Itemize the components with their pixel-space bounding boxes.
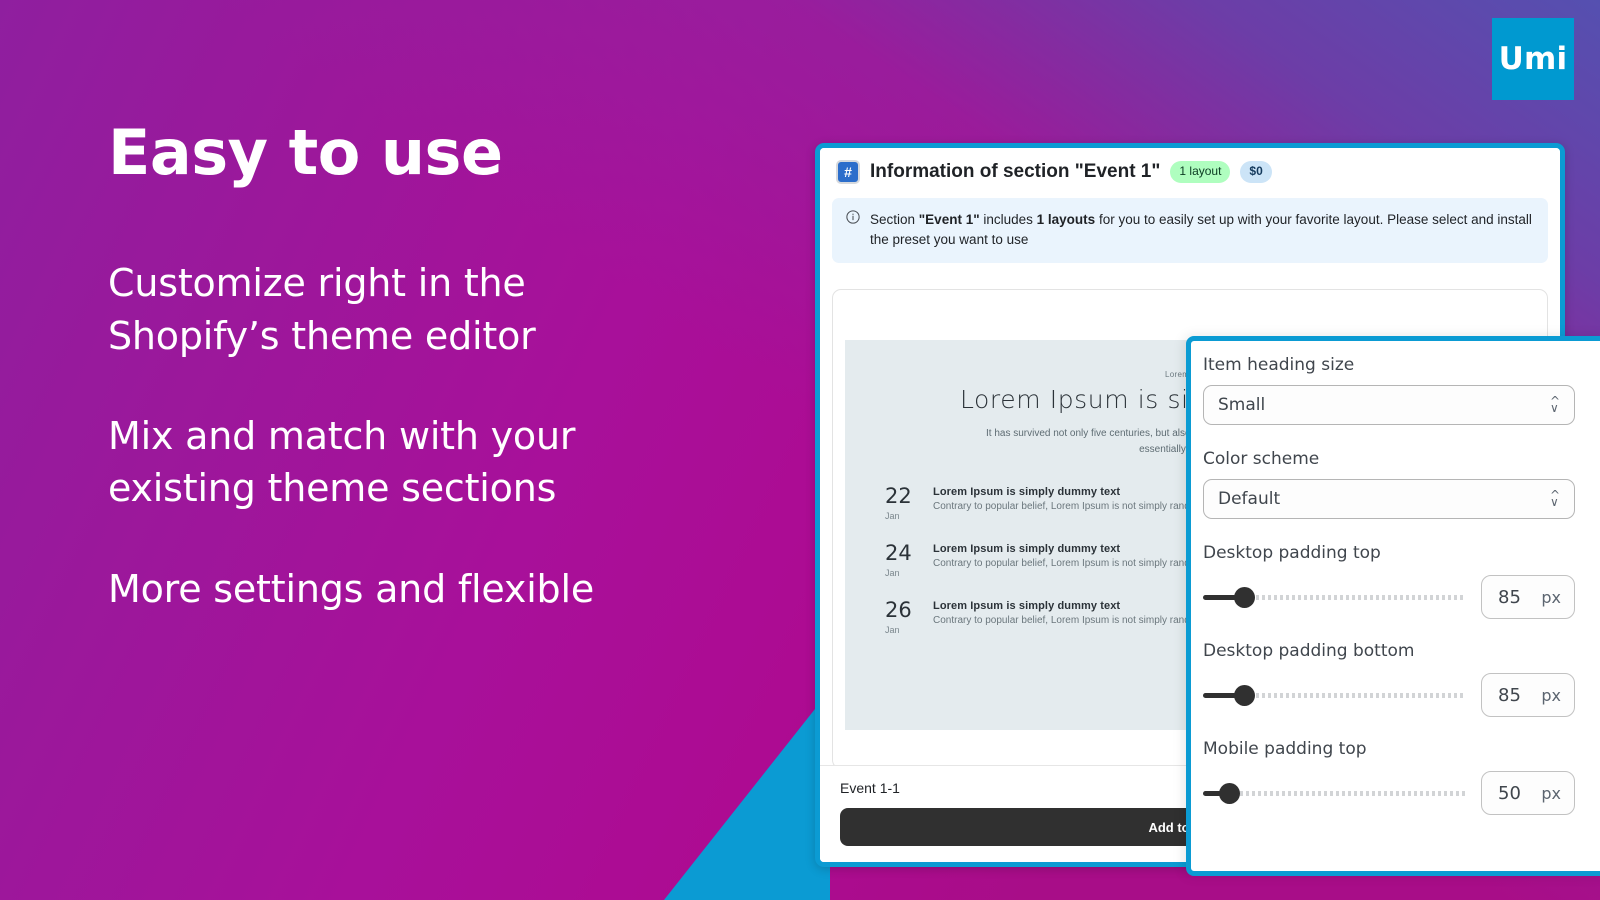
umi-logo-text: Umi — [1498, 41, 1568, 77]
event-text: Lorem Ipsum is simply dummy text Contrar… — [933, 600, 1225, 635]
desktop-padding-top-unit: px — [1541, 587, 1561, 607]
event-date: 22 Jan — [885, 484, 919, 522]
event-description: Contrary to popular belief, Lorem Ipsum … — [933, 615, 1226, 627]
color-scheme-select[interactable]: Default ^ ∨ — [1203, 479, 1575, 519]
mobile-padding-top-unit: px — [1541, 783, 1561, 803]
info-banner: Section "Event 1" includes 1 layouts for… — [832, 198, 1548, 264]
feature-bullet-1-line-2: Shopify’s theme editor — [108, 313, 536, 358]
info-circle-icon — [846, 210, 860, 249]
desktop-padding-top-label: Desktop padding top — [1203, 543, 1381, 563]
hash-icon: # — [836, 160, 860, 184]
info-banner-text: Section "Event 1" includes 1 layouts for… — [870, 210, 1534, 249]
mobile-padding-top-value: 50 — [1498, 782, 1521, 804]
page-title: Easy to use — [108, 116, 503, 189]
event-day: 24 — [885, 541, 912, 566]
feature-bullet-2-line-1: Mix and match with your — [108, 413, 576, 458]
event-title: Lorem Ipsum is simply dummy text — [933, 486, 1121, 499]
feature-bullet-1-line-1: Customize right in the — [108, 261, 526, 306]
feature-bullet-2: Mix and match with your existing theme s… — [108, 410, 708, 515]
status-badge-layout: 1 layout — [1170, 161, 1231, 183]
feature-bullet-3-line-1: More settings and flexible — [108, 566, 595, 611]
info-text-2: includes — [979, 212, 1037, 227]
chevron-updown-icon: ^ ∨ — [1549, 393, 1560, 415]
event-day: 26 — [885, 598, 912, 623]
feature-bullet-3: More settings and flexible — [108, 563, 708, 615]
event-title: Lorem Ipsum is simply dummy text — [933, 600, 1121, 613]
desktop-padding-bottom-input[interactable]: 85 px — [1481, 673, 1575, 717]
chevron-updown-icon: ^ ∨ — [1549, 487, 1560, 509]
color-scheme-label: Color scheme — [1203, 449, 1320, 469]
desktop-padding-top-value: 85 — [1498, 586, 1521, 608]
desktop-padding-top-slider[interactable] — [1203, 586, 1465, 608]
desktop-padding-top-input[interactable]: 85 px — [1481, 575, 1575, 619]
feature-bullet-1: Customize right in the Shopify’s theme e… — [108, 257, 708, 362]
event-date: 26 Jan — [885, 598, 919, 636]
event-month: Jan — [885, 625, 900, 636]
mobile-padding-top-control: 50 px — [1203, 771, 1575, 815]
event-description: Contrary to popular belief, Lorem Ipsum … — [933, 501, 1226, 513]
event-description: Contrary to popular belief, Lorem Ipsum … — [933, 558, 1226, 570]
event-month: Jan — [885, 568, 900, 579]
item-heading-size-label: Item heading size — [1203, 355, 1355, 375]
desktop-padding-bottom-slider[interactable] — [1203, 684, 1465, 706]
color-scheme-value: Default — [1218, 489, 1281, 509]
desktop-padding-bottom-control: 85 px — [1203, 673, 1575, 717]
desktop-padding-bottom-value: 85 — [1498, 684, 1521, 706]
mobile-padding-top-input[interactable]: 50 px — [1481, 771, 1575, 815]
desktop-padding-top-control: 85 px — [1203, 575, 1575, 619]
marketing-copy: Easy to use Customize right in the Shopi… — [108, 120, 708, 615]
modal-header: # Information of section "Event 1" 1 lay… — [820, 148, 1560, 194]
desktop-padding-bottom-unit: px — [1541, 685, 1561, 705]
mobile-padding-top-slider[interactable] — [1203, 782, 1465, 804]
event-month: Jan — [885, 511, 900, 522]
section-settings-panel: Item heading size Small ^ ∨ Color scheme … — [1186, 336, 1600, 876]
item-heading-size-value: Small — [1218, 395, 1266, 415]
event-title: Lorem Ipsum is simply dummy text — [933, 543, 1121, 556]
item-heading-size-select[interactable]: Small ^ ∨ — [1203, 385, 1575, 425]
info-text-bold-1: "Event 1" — [918, 212, 980, 227]
modal-title: Information of section "Event 1" — [870, 161, 1161, 182]
info-text-bold-2: 1 layouts — [1036, 212, 1096, 227]
info-text-1: Section — [870, 212, 919, 227]
umi-logo: Umi — [1492, 18, 1574, 100]
desktop-padding-bottom-label: Desktop padding bottom — [1203, 641, 1415, 661]
status-badge-price: $0 — [1240, 161, 1272, 183]
event-date: 24 Jan — [885, 541, 919, 579]
event-day: 22 — [885, 484, 912, 509]
mobile-padding-top-label: Mobile padding top — [1203, 739, 1367, 759]
event-text: Lorem Ipsum is simply dummy text Contrar… — [933, 543, 1225, 578]
event-text: Lorem Ipsum is simply dummy text Contrar… — [933, 486, 1225, 521]
feature-bullet-2-line-2: existing theme sections — [108, 466, 557, 511]
